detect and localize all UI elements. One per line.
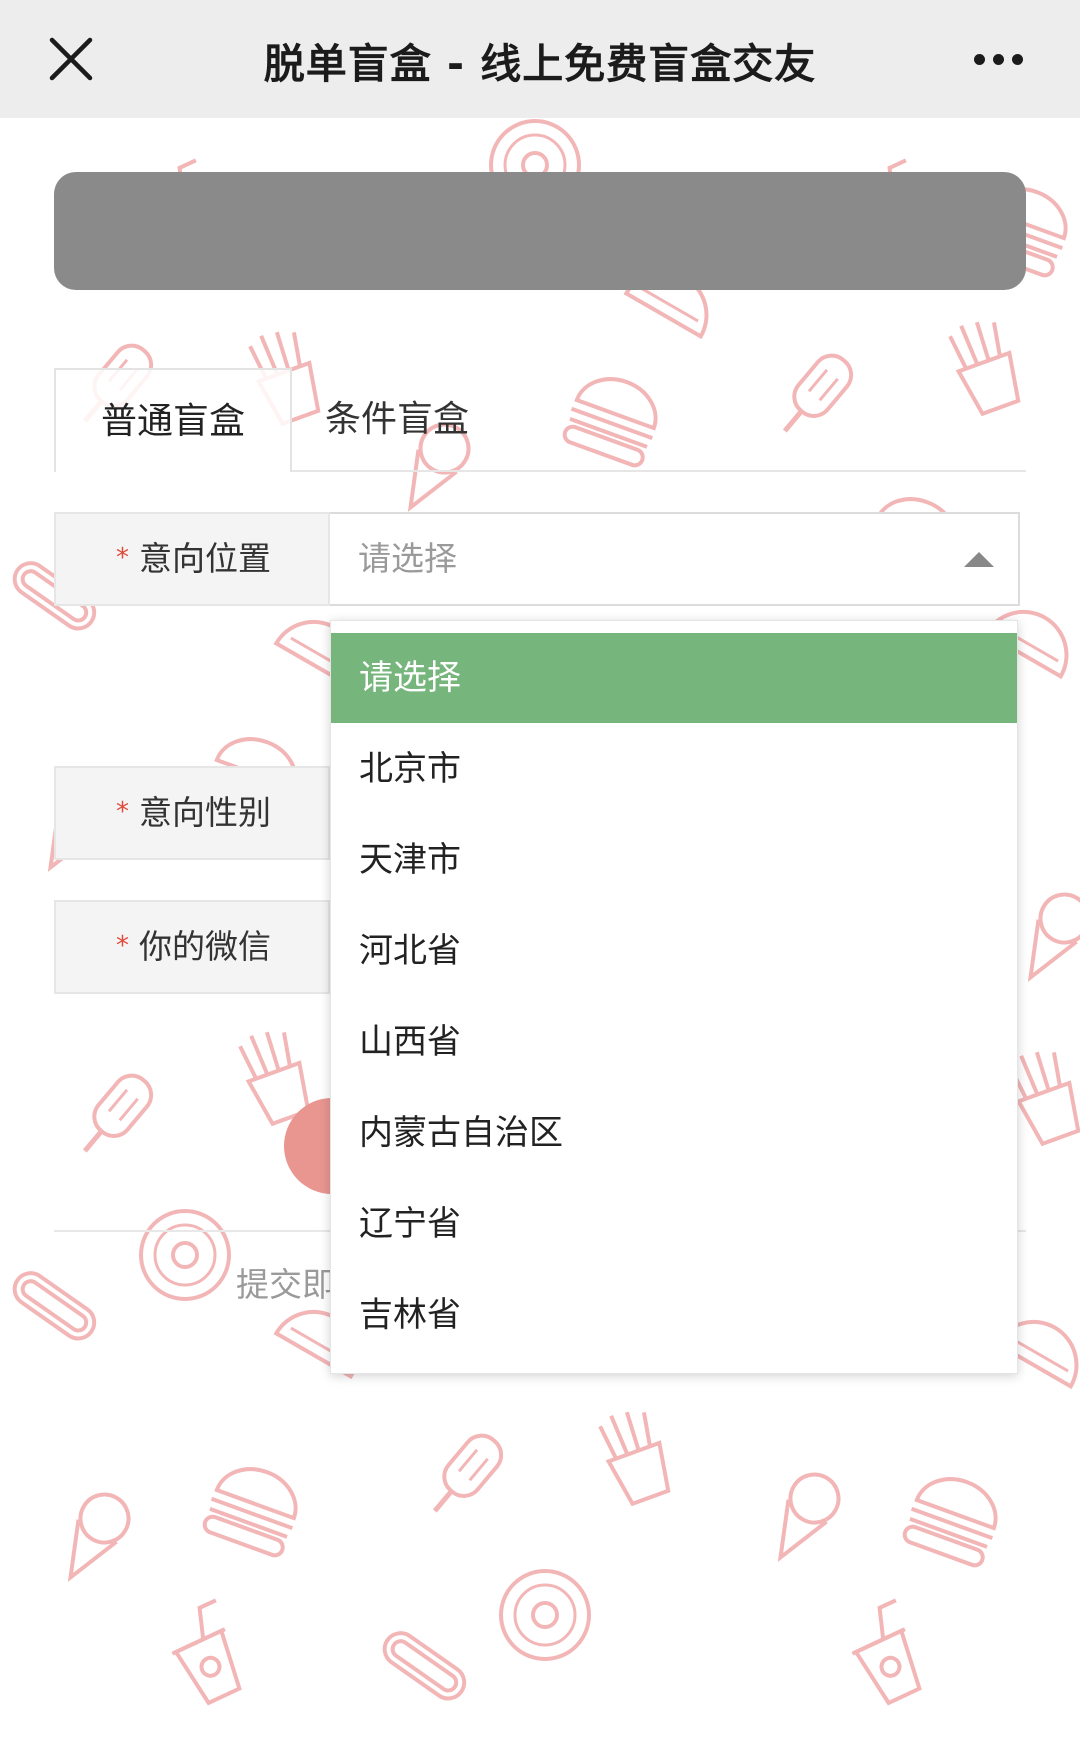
dropdown-option[interactable]: 天津市 [331, 815, 1017, 905]
dropdown-option[interactable]: 河北省 [331, 906, 1017, 996]
location-row: * 意向位置 请选择 [54, 512, 1020, 606]
tab-underline [292, 470, 1026, 472]
gender-label: * 意向性别 [54, 766, 330, 860]
tab-conditional-box[interactable]: 条件盲盒 [292, 368, 502, 472]
dropdown-option[interactable]: 内蒙古自治区 [331, 1088, 1017, 1178]
popsicle-icon [38, 1038, 193, 1193]
location-label: * 意向位置 [54, 512, 330, 606]
top-bar: 脱单盲盒 - 线上免费盲盒交友 [0, 0, 1080, 118]
close-icon[interactable] [48, 36, 94, 82]
banner [54, 172, 1026, 290]
dropdown-option-placeholder[interactable]: 请选择 [331, 633, 1017, 723]
burger-icon [885, 1445, 1026, 1586]
burger-icon [185, 1435, 326, 1576]
more-dots-icon[interactable] [974, 50, 1036, 70]
ice-cream-cone-icon [730, 1440, 880, 1590]
required-mark: * [116, 543, 129, 573]
ice-cream-cone-icon [20, 1460, 170, 1610]
page-title: 脱单盲盒 - 线上免费盲盒交友 [263, 40, 817, 88]
dropdown-option[interactable]: 辽宁省 [331, 1179, 1017, 1269]
popsicle-icon [388, 1398, 543, 1553]
wechat-label: * 你的微信 [54, 900, 330, 994]
location-placeholder: 请选择 [358, 539, 457, 578]
caret-up-icon [964, 552, 994, 567]
dropdown-option[interactable]: 山西省 [331, 997, 1017, 1087]
dropdown-option[interactable]: 吉林省 [331, 1270, 1017, 1360]
submit-hint: 提交即 [236, 1265, 335, 1304]
donut-icon [130, 1200, 240, 1310]
required-mark: * [116, 797, 129, 827]
hotdog-icon [0, 1228, 132, 1381]
tab-bar: 普通盲盒 条件盲盒 [54, 368, 1026, 472]
required-mark: * [116, 931, 129, 961]
tab-normal-box[interactable]: 普通盲盒 [54, 368, 292, 472]
dropdown-option[interactable]: 北京市 [331, 724, 1017, 814]
location-select[interactable]: 请选择 [330, 512, 1020, 606]
location-dropdown: 请选择 北京市 天津市 河北省 山西省 内蒙古自治区 辽宁省 吉林省 [330, 620, 1018, 1374]
fries-icon [565, 1385, 706, 1526]
soda-cup-icon [132, 1582, 278, 1728]
hotdog-icon [348, 1588, 501, 1741]
soda-cup-icon [812, 1582, 958, 1728]
donut-icon [490, 1560, 600, 1670]
